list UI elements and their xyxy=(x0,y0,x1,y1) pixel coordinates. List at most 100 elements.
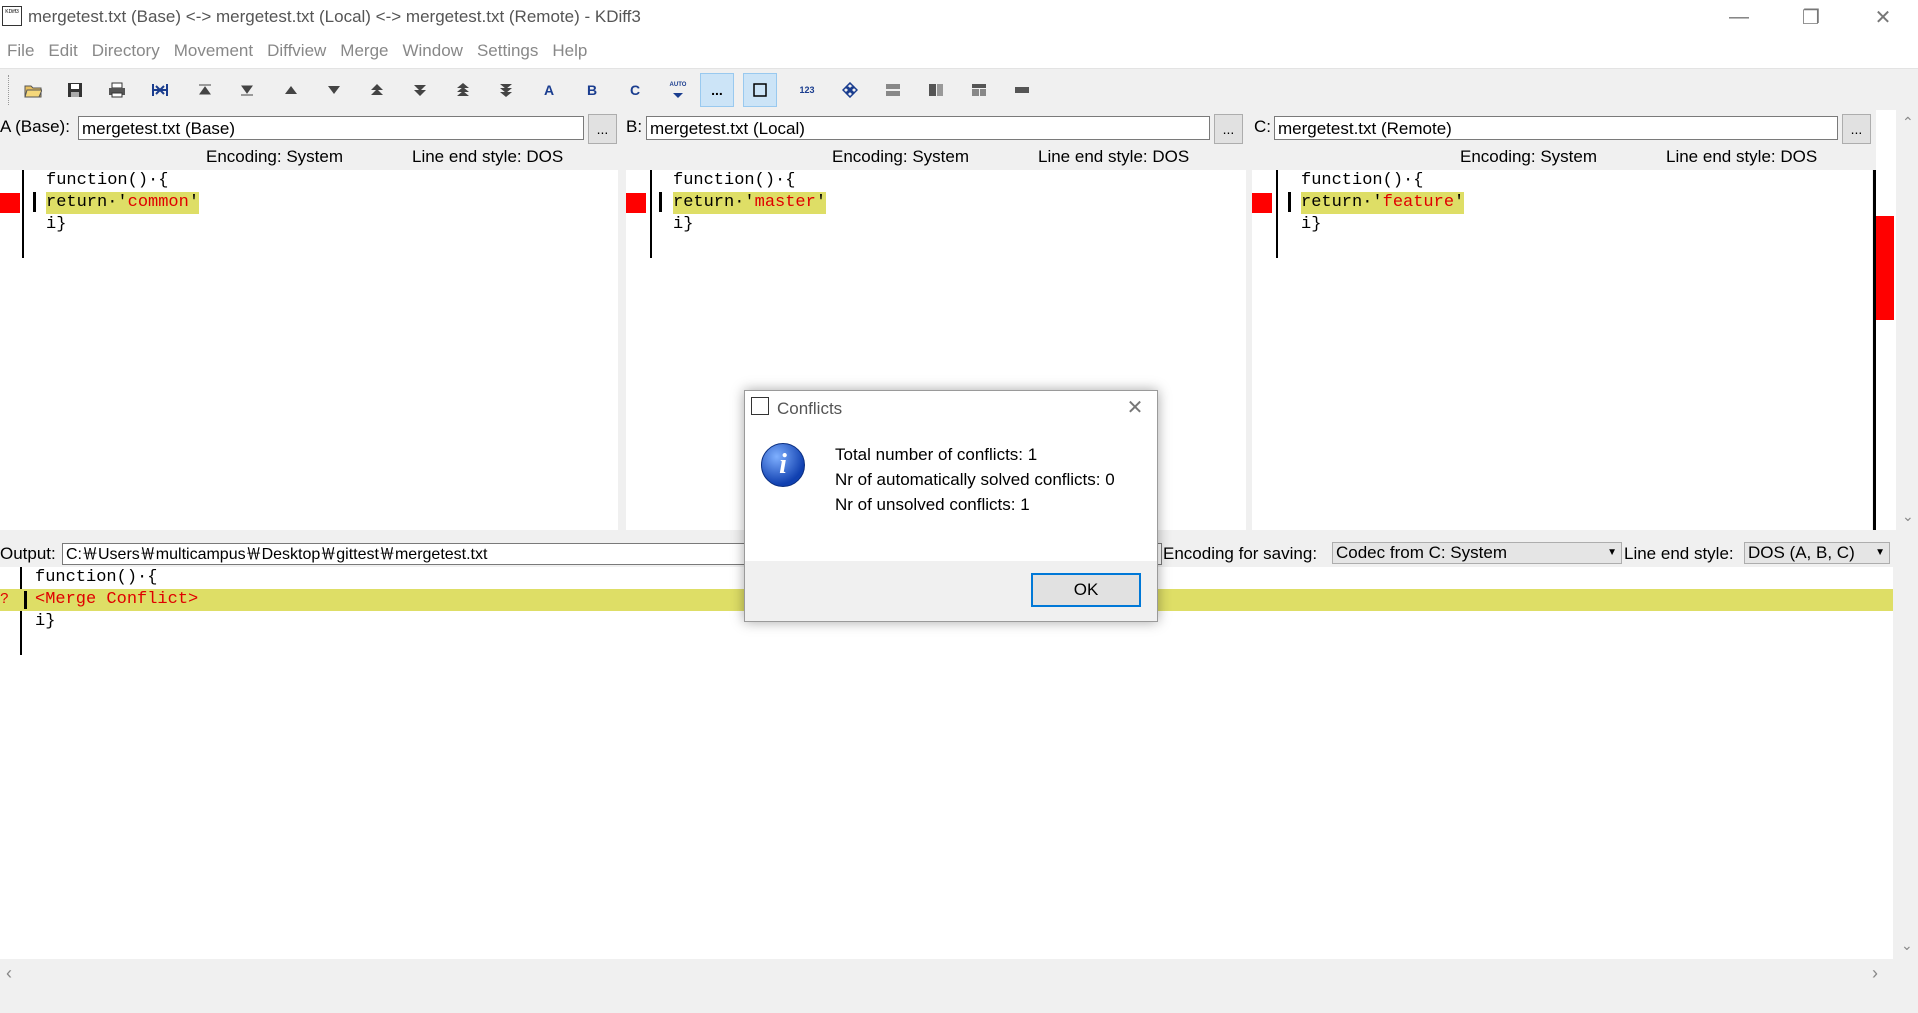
pane-b-line-1: function()·{ xyxy=(673,171,796,190)
window-title: mergetest.txt (Base) <-> mergetest.txt (… xyxy=(28,7,641,26)
prev-unsolved-icon[interactable] xyxy=(446,73,480,107)
pane-c-line-2-prefix: return·' xyxy=(1301,193,1383,212)
split-view-2-icon[interactable] xyxy=(919,73,953,107)
pane-b-label: B: xyxy=(626,117,643,136)
pane-b-browse-button[interactable]: ... xyxy=(1214,114,1243,144)
diff-vertical-scrollbar[interactable]: ⌃ ⌄ xyxy=(1896,110,1918,530)
pane-b-file-input[interactable]: mergetest.txt (Local) xyxy=(646,116,1210,140)
scroll-up-arrow[interactable]: ⌃ xyxy=(1902,114,1914,131)
toolbar: A B C AUTO ... 123 xyxy=(0,68,1918,111)
menu-merge[interactable]: Merge xyxy=(333,41,395,61)
pane-c-label: C: xyxy=(1254,117,1271,136)
show-whitespace-icon[interactable]: ... xyxy=(700,73,734,107)
pane-a-line-2: return·'common' xyxy=(46,192,200,214)
dropdown-arrow-icon: ▼ xyxy=(1875,547,1885,558)
pane-a-file-input[interactable]: mergetest.txt (Base) xyxy=(78,116,584,140)
scroll-down-arrow[interactable]: ⌄ xyxy=(1901,937,1913,954)
ok-button[interactable]: OK xyxy=(1031,573,1141,607)
menu-help[interactable]: Help xyxy=(545,41,594,61)
open-icon[interactable] xyxy=(16,73,50,107)
scroll-left-arrow[interactable]: ‹ xyxy=(6,963,12,984)
menu-file[interactable]: File xyxy=(0,41,41,61)
merge-line-1: function()·{ xyxy=(35,568,158,587)
line-numbers-icon[interactable]: 123 xyxy=(790,73,824,107)
diff-pane-a[interactable]: function()·{ return·'common' i} xyxy=(0,170,618,530)
pane-c-gutter-line xyxy=(1276,170,1278,258)
pane-b-line-2-prefix: return·' xyxy=(673,193,755,212)
pane-b-line-3: i} xyxy=(673,215,694,234)
split-view-3-icon[interactable] xyxy=(962,73,996,107)
menu-diffview[interactable]: Diffview xyxy=(260,41,333,61)
pane-c-line-2-suffix: ' xyxy=(1454,193,1465,212)
merge-vertical-scrollbar[interactable]: ⌄ xyxy=(1893,567,1918,959)
scroll-right-arrow[interactable]: › xyxy=(1872,963,1878,984)
dialog-title: Conflicts xyxy=(777,399,843,418)
pane-b-gutter-line xyxy=(650,170,652,258)
pane-a-line-1: function()·{ xyxy=(46,171,169,190)
merge-icon[interactable] xyxy=(143,73,177,107)
pane-a-line-2-suffix: ' xyxy=(188,193,200,212)
menu-window[interactable]: Window xyxy=(395,41,469,61)
overview-bar[interactable] xyxy=(1876,110,1896,530)
scroll-down-arrow[interactable]: ⌄ xyxy=(1902,508,1914,525)
restore-icon[interactable]: ❐ xyxy=(1776,0,1846,34)
pane-c-file-input[interactable]: mergetest.txt (Remote) xyxy=(1274,116,1838,140)
line-end-style-select[interactable]: DOS (A, B, C) ▼ xyxy=(1744,542,1890,564)
diff-pane-c[interactable]: function()·{ return·'feature' i} xyxy=(1252,170,1872,530)
show-window-icon[interactable] xyxy=(1005,73,1039,107)
pane-c-line-end: Line end style: DOS xyxy=(1666,147,1818,166)
conflicts-dialog: Conflicts ✕ i Total number of conflicts:… xyxy=(744,390,1158,622)
show-whitespace-chars-icon[interactable] xyxy=(743,73,777,107)
choose-a-icon[interactable]: A xyxy=(532,73,566,107)
choose-c-icon[interactable]: C xyxy=(618,73,652,107)
pane-c-cursor xyxy=(1288,192,1291,212)
print-icon[interactable] xyxy=(100,73,134,107)
next-delta-icon[interactable] xyxy=(317,73,351,107)
prev-conflict-icon[interactable] xyxy=(360,73,394,107)
pane-c-browse-button[interactable]: ... xyxy=(1842,114,1871,144)
pane-a-label: A (Base): xyxy=(0,117,70,136)
save-icon[interactable] xyxy=(58,73,92,107)
merge-horizontal-scrollbar[interactable]: ‹ › xyxy=(0,959,1893,989)
output-label: Output: xyxy=(0,544,56,563)
menu-bar: File Edit Directory Movement Diffview Me… xyxy=(0,34,1918,68)
conflict-question-mark: ? xyxy=(0,591,10,608)
pane-a-browse-button[interactable]: ... xyxy=(588,114,617,144)
total-conflicts-text: Total number of conflicts: 1 xyxy=(835,445,1038,464)
auto-solve-icon[interactable]: AUTO xyxy=(661,73,695,107)
dialog-app-icon xyxy=(751,397,769,415)
encoding-saving-select[interactable]: Codec from C: System ▼ xyxy=(1332,542,1622,564)
pane-b-line-2-word: master xyxy=(754,193,816,212)
menu-movement[interactable]: Movement xyxy=(167,41,260,61)
pane-a-gutter-line xyxy=(22,170,24,258)
next-unsolved-icon[interactable] xyxy=(489,73,523,107)
pane-a-line-3: i} xyxy=(46,215,67,234)
pane-b-encoding: Encoding: System xyxy=(832,147,970,166)
dialog-close-icon[interactable]: ✕ xyxy=(1115,393,1155,423)
split-view-icon[interactable] xyxy=(876,73,910,107)
menu-settings[interactable]: Settings xyxy=(470,41,545,61)
encoding-saving-value: Codec from C: System xyxy=(1336,543,1507,562)
overview-conflict-marker xyxy=(1876,216,1894,320)
menu-edit[interactable]: Edit xyxy=(41,41,84,61)
merge-output-pane[interactable]: ? function()·{ <Merge Conflict> i} xyxy=(0,567,1893,959)
encoding-saving-label: Encoding for saving: xyxy=(1163,544,1318,563)
close-icon[interactable]: ✕ xyxy=(1848,0,1918,34)
go-bottom-icon[interactable] xyxy=(230,73,264,107)
choose-b-icon[interactable]: B xyxy=(575,73,609,107)
menu-directory[interactable]: Directory xyxy=(85,41,167,61)
line-end-style-value: DOS (A, B, C) xyxy=(1748,543,1855,562)
toolbar-grip xyxy=(8,75,11,105)
pane-a-cursor xyxy=(33,192,36,212)
merge-cursor xyxy=(24,591,27,609)
pane-b-line-2: return·'master' xyxy=(673,192,827,214)
pane-c-line-2-word: feature xyxy=(1382,193,1455,212)
app-icon-text: KDiff3 xyxy=(5,9,19,15)
go-top-icon[interactable] xyxy=(188,73,222,107)
pane-b-cursor xyxy=(659,192,662,212)
auto-solved-conflicts-text: Nr of automatically solved conflicts: 0 xyxy=(835,470,1115,489)
minimize-icon[interactable]: — xyxy=(1704,0,1774,34)
prev-delta-icon[interactable] xyxy=(274,73,308,107)
next-conflict-icon[interactable] xyxy=(403,73,437,107)
toggle-overview-icon[interactable] xyxy=(833,73,867,107)
